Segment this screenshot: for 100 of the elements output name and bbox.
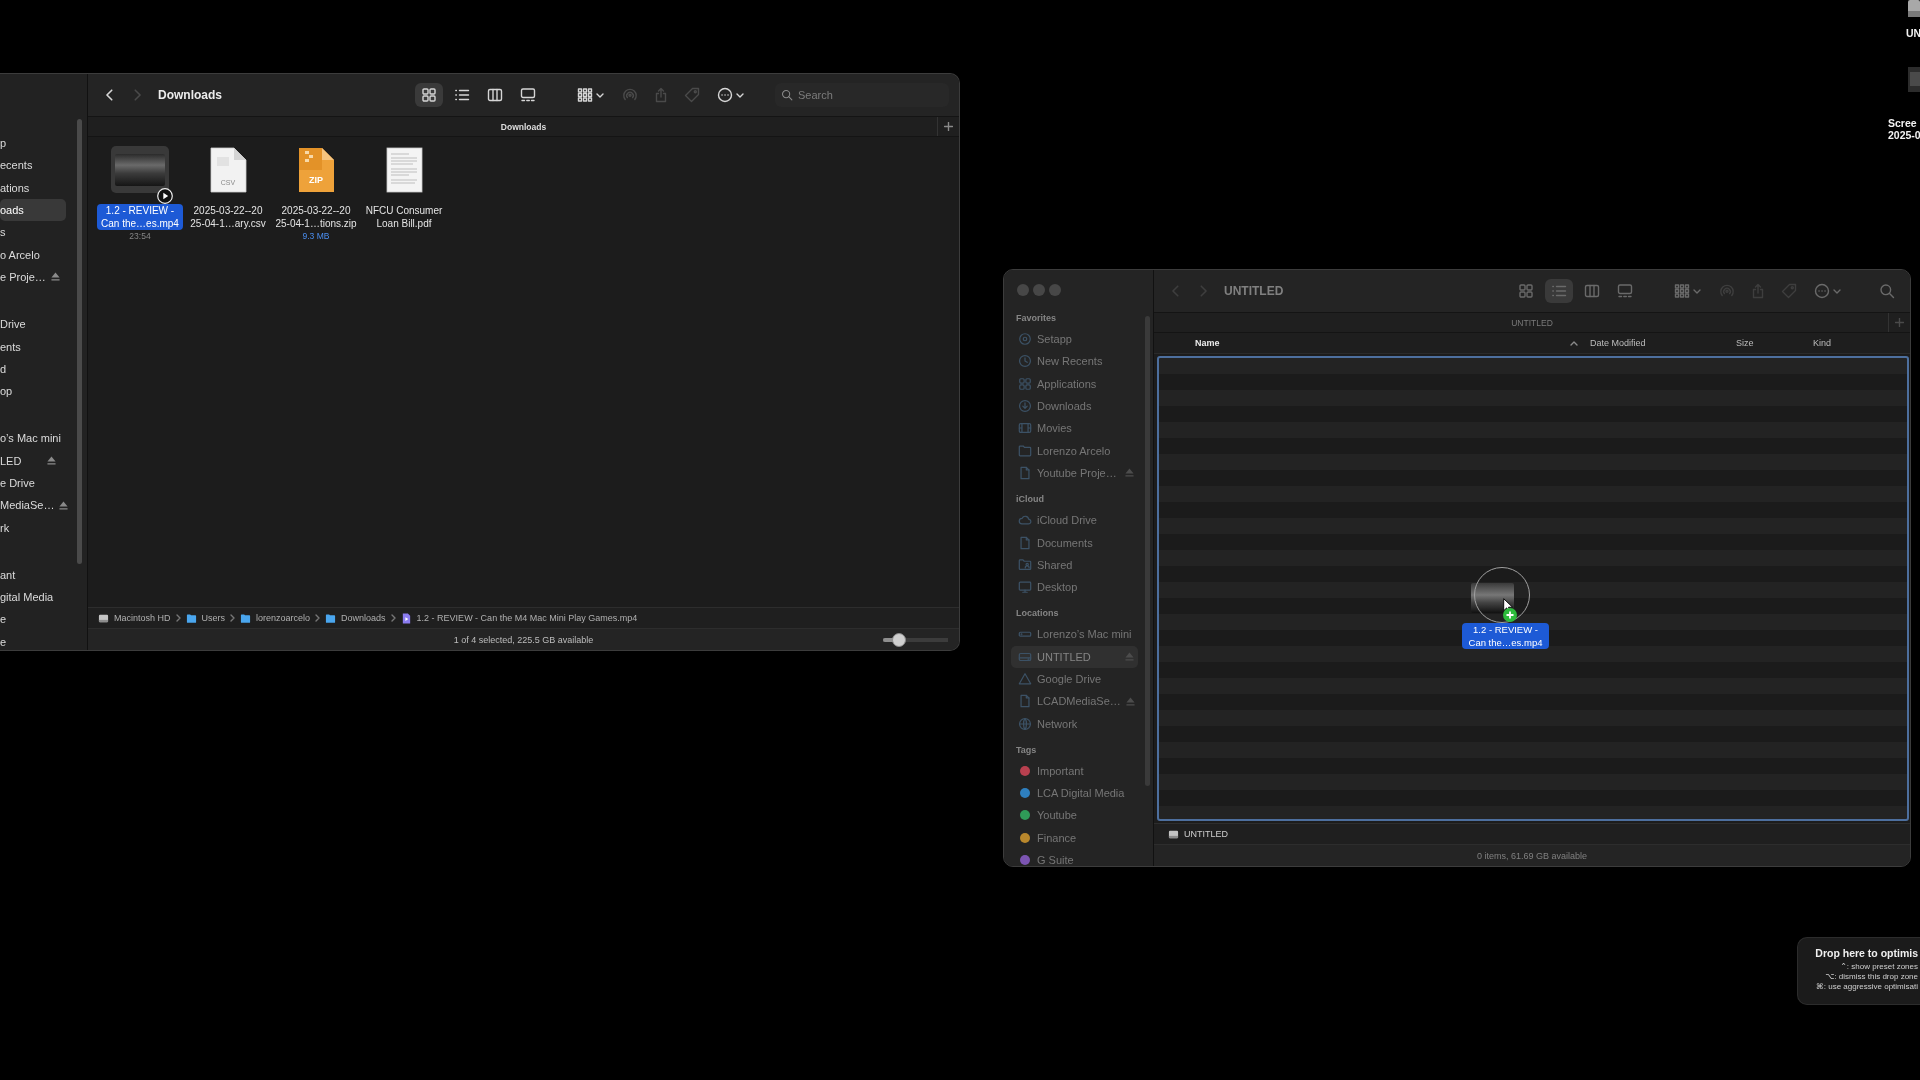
- window-title: Downloads: [158, 88, 222, 102]
- grid-icon: [421, 87, 437, 103]
- sidebar-item[interactable]: d: [0, 357, 66, 380]
- file-size: 9.3 MB: [302, 230, 330, 242]
- sidebar-item[interactable]: LED: [0, 449, 66, 472]
- sidebar-section-header: Favorites: [1015, 312, 1058, 325]
- sidebar-item[interactable]: ations: [0, 176, 66, 199]
- clock-icon: [1018, 354, 1032, 369]
- drive-icon: [98, 612, 109, 624]
- video-thumbnail: [1471, 583, 1514, 613]
- sidebar-item[interactable]: MediaSe…: [0, 494, 66, 517]
- cloud-icon: [1018, 513, 1032, 528]
- play-icon[interactable]: [157, 188, 173, 204]
- sidebar-item[interactable]: ents: [0, 335, 66, 358]
- search-field[interactable]: Search: [775, 83, 949, 107]
- path-item[interactable]: lorenzoarcelo: [240, 612, 311, 624]
- grid-icon: [1518, 283, 1534, 299]
- triangle-icon: [1018, 672, 1032, 686]
- sidebar-item[interactable]: o Arcelo: [0, 243, 66, 266]
- desktop-icon-label[interactable]: Scree 2025-0: [1888, 117, 1920, 141]
- file-name[interactable]: 2025-03-22--20 25-04-1…tions.zip: [271, 204, 361, 230]
- file-name[interactable]: 2025-03-22--20 25-04-1…ary.csv: [186, 204, 270, 230]
- share-icon: [1750, 283, 1766, 299]
- file-name[interactable]: NFCU Consumer Loan Bill.pdf: [361, 204, 447, 230]
- slider-thumb[interactable]: [892, 633, 907, 647]
- sidebar-item[interactable]: e: [0, 608, 66, 631]
- globe-icon: [1018, 716, 1032, 731]
- download-icon: [1018, 399, 1032, 414]
- folder-icon: [325, 612, 337, 624]
- small-grid-icon: [576, 87, 593, 103]
- chevron-icon: [390, 614, 396, 622]
- icon-view-button[interactable]: [415, 83, 443, 107]
- caret-icon: [1692, 288, 1701, 294]
- monitor-icon: [1018, 580, 1032, 595]
- window-title: UNTITLED: [1224, 284, 1284, 298]
- sidebar-section-header: iCloud: [1015, 493, 1045, 507]
- drop-zone-panel[interactable]: Drop here to optimis ⌃: show preset zones ⌥: dismiss this drop zone ⌘: use aggressive optimisati: [1797, 937, 1920, 1005]
- sidebar-item[interactable]: e Drive: [0, 471, 66, 495]
- signal-arcs-icon: [1719, 283, 1735, 299]
- sidebar-scrollbar[interactable]: [77, 119, 82, 564]
- eject-icon[interactable]: [50, 272, 60, 282]
- plus-icon: [1895, 318, 1904, 327]
- caret-icon: [735, 92, 744, 98]
- sidebar-item[interactable]: rk: [0, 516, 66, 539]
- image-thumbnail-icon[interactable]: [1908, 67, 1920, 92]
- tab-title[interactable]: Downloads: [500, 121, 547, 132]
- video-thumbnail[interactable]: [115, 153, 165, 186]
- sidebar-item[interactable]: ecents: [0, 154, 66, 177]
- document-icon: [1018, 694, 1032, 709]
- document-icon: [1018, 465, 1032, 480]
- drop-zone-title: Drop here to optimis: [1815, 947, 1918, 960]
- signal-arcs-icon: [622, 87, 638, 103]
- drive-icon: [1168, 828, 1179, 840]
- sidebar-section-header: Locations: [1015, 607, 1060, 621]
- list-icon: [1551, 283, 1567, 299]
- sidebar-item[interactable]: oads: [0, 198, 66, 222]
- sidebar-item[interactable]: s: [0, 221, 66, 244]
- sidebar-item[interactable]: op: [0, 379, 66, 403]
- gallery-icon: [520, 87, 536, 103]
- add-icon: [1503, 608, 1517, 622]
- sidebar-item[interactable]: p: [0, 132, 66, 155]
- caret-icon: [1832, 288, 1841, 294]
- sidebar-item[interactable]: ant: [0, 563, 66, 587]
- sort-caret-icon: [1570, 340, 1578, 346]
- eject-icon[interactable]: [47, 456, 56, 466]
- folder-icon: [240, 612, 252, 624]
- ellipsis-circle-icon: [1813, 283, 1830, 299]
- file-type-label: ZIP: [308, 174, 324, 185]
- chevron-icon: [230, 614, 236, 622]
- shortcut-hint: ⌘: use aggressive optimisati: [1815, 982, 1918, 992]
- sidebar-item[interactable]: gital Media: [0, 586, 66, 609]
- shortcut-hint: ⌃: show preset zones: [1840, 962, 1918, 972]
- status-text: 1 of 4 selected, 225.5 GB available: [453, 634, 594, 645]
- path-item[interactable]: Users: [185, 612, 226, 624]
- gallery-icon: [1617, 283, 1633, 299]
- columns-icon: [1584, 283, 1600, 299]
- drive-icon[interactable]: [1908, 0, 1920, 17]
- columns-icon: [487, 87, 503, 103]
- desktop-icon-label[interactable]: UN: [1906, 27, 1920, 39]
- chevron-icon: [175, 614, 181, 622]
- path-item[interactable]: Macintosh HD: [98, 612, 171, 624]
- caret-icon: [595, 92, 604, 98]
- small-grid-icon: [1673, 283, 1690, 299]
- file-name[interactable]: 1.2 - REVIEW - Can the…es.mp4: [97, 204, 183, 230]
- document-preview-icon[interactable]: [385, 146, 423, 193]
- shortcut-hint: ⌥: dismiss this drop zone: [1825, 972, 1918, 982]
- path-item[interactable]: Downloads: [325, 612, 386, 624]
- status-text: 0 items, 61.69 GB available: [1476, 850, 1588, 861]
- document-icon[interactable]: [209, 146, 247, 193]
- sidebar-item[interactable]: Drive: [0, 313, 66, 336]
- eject-icon[interactable]: [59, 500, 69, 510]
- sidebar-item[interactable]: e: [0, 630, 66, 650]
- sidebar-item[interactable]: o’s Mac mini: [0, 427, 66, 450]
- share-icon: [653, 87, 669, 103]
- archive-file-icon[interactable]: [297, 146, 335, 193]
- folder-icon: [1018, 443, 1032, 458]
- path-item[interactable]: 1.2 - REVIEW - Can the M4 Mac Mini Play Games.mp4: [400, 612, 638, 624]
- sidebar-item[interactable]: e Proje…: [0, 265, 66, 289]
- file-name: 1.2 - REVIEW - Can the…es.mp4: [1462, 623, 1549, 649]
- shared-folder-icon: [1018, 557, 1032, 572]
